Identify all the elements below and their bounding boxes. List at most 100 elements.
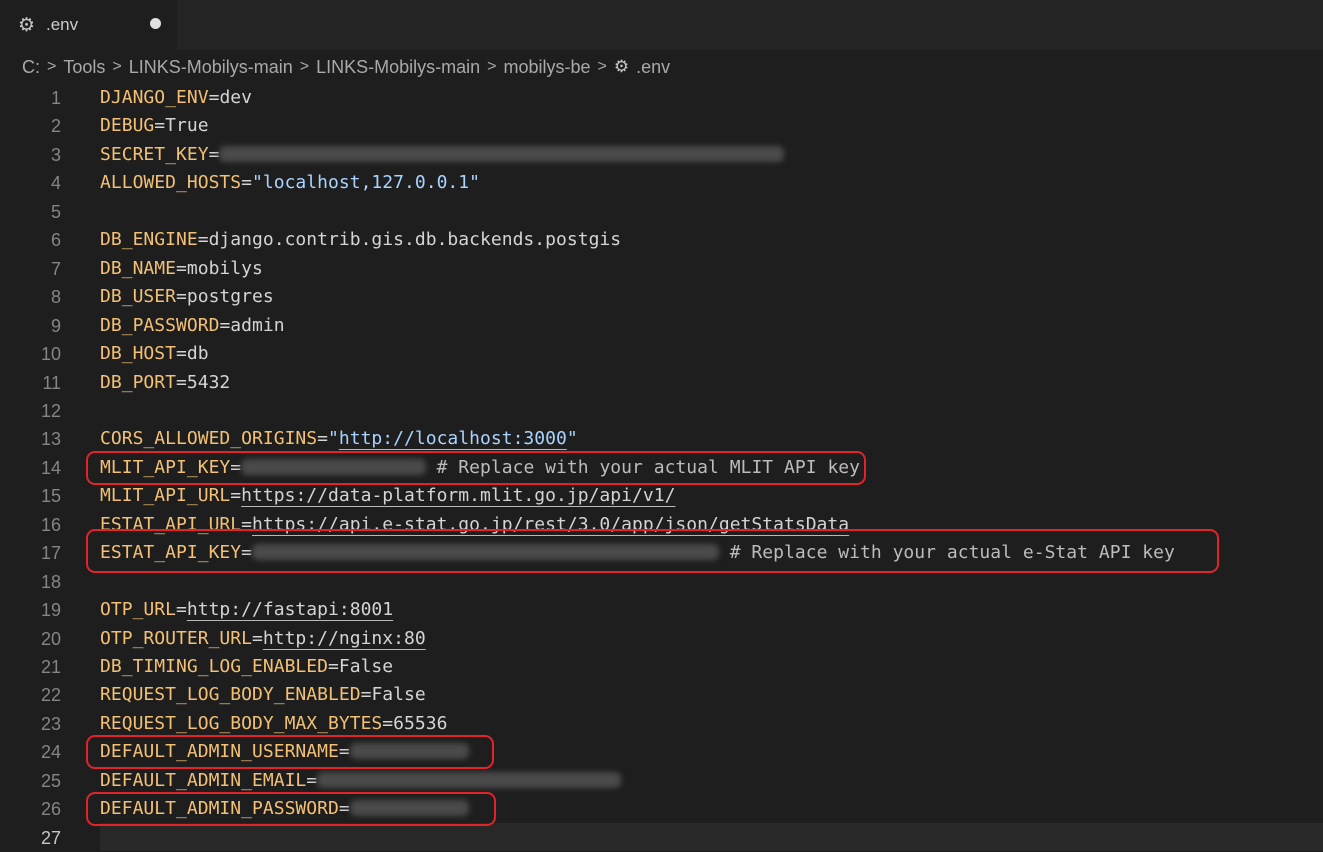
line-number: 25 [40,771,61,791]
env-string-value: "localhost,127.0.0.1" [252,172,480,193]
code-line: 8 DB_USER=postgres [0,283,1323,311]
equals-sign: = [306,770,318,791]
code-line: 5 [0,198,1323,226]
env-key: DB_TIMING_LOG_ENABLED [100,656,328,677]
chevron-right-icon: > [47,58,57,75]
env-url-link[interactable]: https://api.e-stat.go.jp/rest/3.0/app/js… [252,514,849,535]
env-value: False [338,656,394,677]
line-number: 8 [50,287,61,307]
breadcrumb-item[interactable]: mobilys-be [504,57,591,78]
equals-sign: = [241,542,252,563]
env-key: DB_USER [100,286,176,307]
breadcrumb-item[interactable]: LINKS-Mobilys-main [129,57,293,78]
line-number: 13 [40,429,61,449]
tab-env-file[interactable]: ⚙ .env [0,0,178,50]
code-text[interactable]: MLIT_API_URL=https://data-platform.mlit.… [100,482,675,510]
code-text[interactable]: OTP_ROUTER_URL=http://nginx:80 [100,625,426,653]
equals-sign: = [208,144,220,165]
line-number: 19 [40,600,61,620]
env-value: postgres [186,286,274,307]
equals-sign: = [338,741,350,762]
code-line: 1 DJANGO_ENV=dev [0,84,1323,112]
line-number: 24 [40,742,61,762]
line-number: 6 [50,230,61,250]
env-value: 65536 [393,713,448,734]
unsaved-dot-icon[interactable] [150,18,161,29]
code-text[interactable]: DEFAULT_ADMIN_EMAIL=xxxxxxxxxxxxxxxxxxxx… [100,767,622,795]
code-line: 16 ESTAT_API_URL=https://api.e-stat.go.jp… [0,511,1323,539]
breadcrumb-item[interactable]: Tools [63,57,105,78]
code-line: 2 DEBUG=True [0,112,1323,140]
code-text[interactable]: SECRET_KEY=xxxxxxxxxxxxxxxxxxxxxxxxxxxxx… [100,141,784,169]
line-number: 17 [40,543,61,563]
code-line: 4 ALLOWED_HOSTS="localhost,127.0.0.1" [0,169,1323,197]
code-text[interactable]: DB_PORT=5432 [100,369,230,397]
code-text[interactable]: DB_USER=postgres [100,283,274,311]
env-value: admin [230,315,285,336]
env-key: SECRET_KEY [100,144,209,165]
equals-sign: = [230,485,242,506]
code-text[interactable]: DJANGO_ENV=dev [100,84,252,112]
line-number: 3 [50,145,61,165]
env-url-link[interactable]: http://nginx:80 [263,628,426,649]
code-line: 6 DB_ENGINE=django.contrib.gis.db.backend… [0,226,1323,254]
line-number: 21 [40,657,61,677]
env-key: MLIT_API_URL [100,485,231,506]
env-value: db [186,343,209,364]
code-text[interactable]: DB_HOST=db [100,340,209,368]
code-line: 22 REQUEST_LOG_BODY_ENABLED=False [0,681,1323,709]
code-text[interactable]: CORS_ALLOWED_ORIGINS="http://localhost:3… [100,425,578,453]
code-text[interactable]: DB_NAME=mobilys [100,255,263,283]
code-text[interactable]: ESTAT_API_URL=https://api.e-stat.go.jp/r… [100,511,849,539]
code-text[interactable]: DEBUG=True [100,112,209,140]
env-url-link[interactable]: http://fastapi:8001 [187,599,393,620]
code-text[interactable]: DB_TIMING_LOG_ENABLED=False [100,653,393,681]
code-line: 14 MLIT_API_KEY=xxxxxxxxxxxxxxxxx # Repla… [0,454,1323,482]
code-line: 19 OTP_URL=http://fastapi:8001 [0,596,1323,624]
tab-filename: .env [46,15,79,34]
line-number: 18 [40,572,61,592]
env-url-link[interactable]: http://localhost:3000 [339,428,567,449]
code-line: 3 SECRET_KEY=xxxxxxxxxxxxxxxxxxxxxxxxxxxx… [0,141,1323,169]
code-line: 27 [0,824,1323,852]
env-key: DEFAULT_ADMIN_USERNAME [100,741,339,762]
code-text[interactable]: MLIT_API_KEY=xxxxxxxxxxxxxxxxx # Replace… [100,454,860,482]
env-key: ALLOWED_HOSTS [100,172,242,193]
code-editor[interactable]: 1DJANGO_ENV=dev2DEBUG=True3SECRET_KEY=xx… [0,84,1323,852]
code-line: 9 DB_PASSWORD=admin [0,312,1323,340]
redacted-secret: xxxxxxxxxxx [349,799,470,816]
chevron-right-icon: > [112,58,122,75]
equals-sign: = [382,713,394,734]
redacted-secret: xxxxxxxxxxxxxxxxxxxxxxxxxxxxxxxxxxxxxxxx… [252,543,719,560]
code-line: 25 DEFAULT_ADMIN_EMAIL=xxxxxxxxxxxxxxxxxx… [0,767,1323,795]
code-text[interactable]: DB_PASSWORD=admin [100,312,285,340]
code-text[interactable]: DEFAULT_ADMIN_USERNAME=xxxxxxxxxxx [100,738,470,766]
env-key: DJANGO_ENV [100,87,209,108]
inline-comment: # Replace with your actual MLIT API key [425,457,861,478]
code-text[interactable]: REQUEST_LOG_BODY_ENABLED=False [100,681,426,709]
env-url-link[interactable]: https://data-platform.mlit.go.jp/api/v1/ [241,485,675,506]
code-text[interactable]: OTP_URL=http://fastapi:8001 [100,596,393,624]
code-text[interactable]: DB_ENGINE=django.contrib.gis.db.backends… [100,226,621,254]
code-text[interactable]: REQUEST_LOG_BODY_MAX_BYTES=65536 [100,710,447,738]
equals-sign: = [176,343,187,364]
code-text[interactable]: ESTAT_API_KEY=xxxxxxxxxxxxxxxxxxxxxxxxxx… [100,539,1175,567]
code-text[interactable]: ALLOWED_HOSTS="localhost,127.0.0.1" [100,169,480,197]
code-line: 13 CORS_ALLOWED_ORIGINS="http://localhost… [0,425,1323,453]
code-line: 18 [0,568,1323,596]
code-line: 7 DB_NAME=mobilys [0,255,1323,283]
line-number: 12 [40,401,61,421]
equals-sign: = [176,258,187,279]
redacted-secret: xxxxxxxxxxxxxxxxxxxxxxxxxxxx [317,771,622,788]
code-text[interactable]: DEFAULT_ADMIN_PASSWORD=xxxxxxxxxxx [100,795,470,823]
line-number: 23 [40,714,61,734]
breadcrumb-item[interactable]: C: [22,57,40,78]
breadcrumb-item[interactable]: LINKS-Mobilys-main [316,57,480,78]
gear-icon: ⚙ [18,13,36,36]
inline-comment: # Replace with your actual e-Stat API ke… [718,542,1175,563]
env-value: False [371,684,426,705]
chevron-right-icon: > [299,58,310,75]
breadcrumb-file[interactable]: .env [636,57,670,78]
line-number: 1 [50,88,61,108]
equals-sign: = [176,599,187,620]
